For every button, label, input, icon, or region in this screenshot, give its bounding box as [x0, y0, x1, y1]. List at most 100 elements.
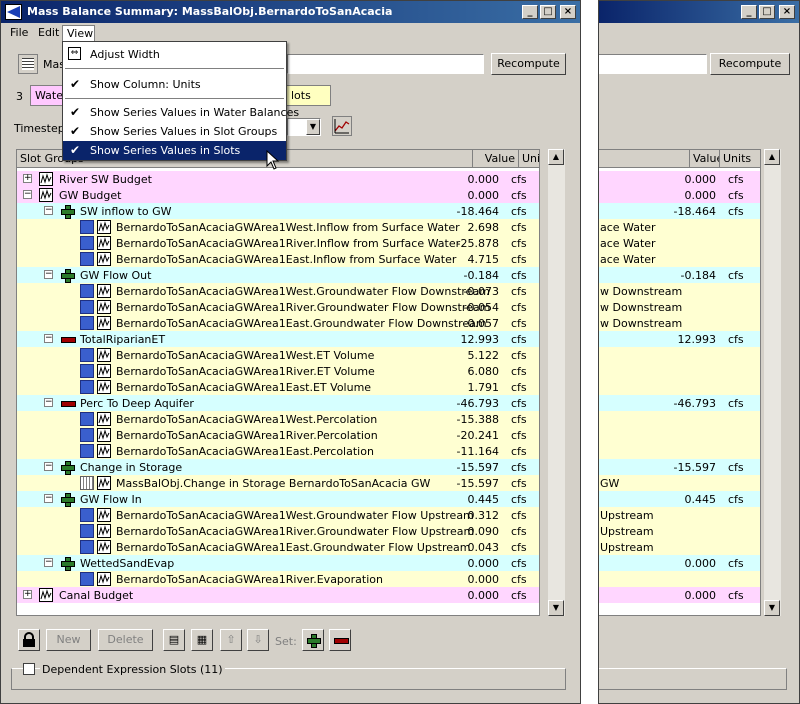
plot-icon[interactable] [332, 116, 352, 136]
back-table-row[interactable]: ace Water [599, 235, 760, 251]
back-table-row[interactable] [599, 379, 760, 395]
back-table-row[interactable]: -18.464 cfs [599, 203, 760, 219]
back-table-row[interactable] [599, 411, 760, 427]
back-scroll-up-arrow[interactable]: ▲ [764, 149, 780, 165]
slot-row[interactable]: BernardoToSanAcaciaGWArea1River.Percolat… [17, 427, 539, 443]
slot-group-row[interactable]: − SW inflow to GW -18.464 cfs [17, 203, 539, 219]
back-close-button[interactable]: × [779, 5, 795, 19]
slot-group-row[interactable]: − TotalRiparianET 12.993 cfs [17, 331, 539, 347]
expand-icon[interactable]: + [23, 590, 32, 599]
back-table-row[interactable] [599, 427, 760, 443]
timestep-select[interactable]: ▼ [287, 118, 321, 136]
back-table-row[interactable] [599, 443, 760, 459]
chevron-down-icon[interactable]: ▼ [306, 119, 320, 135]
water-balance-row[interactable]: − GW Budget 0.000 cfs [17, 187, 539, 203]
collapse-icon[interactable]: − [44, 558, 53, 567]
slot-row[interactable]: BernardoToSanAcaciaGWArea1West.ET Volume… [17, 347, 539, 363]
back-table-row[interactable]: 12.993 cfs [599, 331, 760, 347]
back-table-row[interactable] [599, 347, 760, 363]
back-table-row[interactable]: Upstream [599, 523, 760, 539]
water-balance-row[interactable]: + River SW Budget 0.000 cfs [17, 171, 539, 187]
menu-view[interactable]: View [62, 25, 95, 41]
slot-group-row[interactable]: − Perc To Deep Aquifer -46.793 cfs [17, 395, 539, 411]
back-table-row[interactable]: w Downstream [599, 299, 760, 315]
tab-slots[interactable]: lots [287, 85, 331, 106]
new-button[interactable]: New [46, 629, 91, 651]
set-minus-icon[interactable] [329, 629, 351, 651]
expand-icon[interactable]: + [23, 174, 32, 183]
slot-row[interactable]: BernardoToSanAcaciaGWArea1West.Groundwat… [17, 507, 539, 523]
water-balance-row[interactable]: + Canal Budget 0.000 cfs [17, 587, 539, 603]
slot-row[interactable]: BernardoToSanAcaciaGWArea1River.Groundwa… [17, 523, 539, 539]
back-recompute-button[interactable]: Recompute [710, 53, 790, 75]
back-table-row[interactable] [599, 363, 760, 379]
collapse-icon[interactable]: − [44, 206, 53, 215]
move-up-icon[interactable]: ⇧ [220, 629, 242, 651]
lock-icon[interactable] [18, 629, 40, 651]
slot-row[interactable]: BernardoToSanAcaciaGWArea1East.Percolati… [17, 443, 539, 459]
back-table-row[interactable]: 0.000 cfs [599, 171, 760, 187]
slot-row[interactable]: BernardoToSanAcaciaGWArea1River.Inflow f… [17, 235, 539, 251]
maximize-button[interactable]: □ [540, 5, 556, 19]
back-table-row[interactable]: Upstream [599, 539, 760, 555]
menu-item-series-slot-groups[interactable]: ✔ Show Series Values in Slot Groups [63, 122, 286, 141]
delete-button[interactable]: Delete [98, 629, 153, 651]
slot-row[interactable]: BernardoToSanAcaciaGWArea1East.Groundwat… [17, 539, 539, 555]
slot-row[interactable]: BernardoToSanAcaciaGWArea1East.Groundwat… [17, 315, 539, 331]
recompute-button[interactable]: Recompute [491, 53, 566, 75]
back-table-row[interactable]: 0.000 cfs [599, 587, 760, 603]
slot-row[interactable]: BernardoToSanAcaciaGWArea1East.ET Volume… [17, 379, 539, 395]
menu-item-adjust-width[interactable]: ⇔ Adjust Width [63, 45, 286, 64]
menu-item-series-water-balances[interactable]: ✔ Show Series Values in Water Balances [63, 103, 299, 122]
back-table-row[interactable]: ace Water [599, 251, 760, 267]
collapse-icon[interactable]: − [44, 270, 53, 279]
move-down-icon[interactable]: ⇩ [247, 629, 269, 651]
menu-edit[interactable]: Edit [34, 25, 63, 41]
back-col-units[interactable]: Units [720, 150, 760, 168]
collapse-icon[interactable]: − [44, 494, 53, 503]
back-table-row[interactable]: 0.000 cfs [599, 187, 760, 203]
slot-row[interactable]: BernardoToSanAcaciaGWArea1River.Evaporat… [17, 571, 539, 587]
back-table-row[interactable]: -15.597 cfs [599, 459, 760, 475]
back-table-row[interactable]: w Downstream [599, 283, 760, 299]
back-table-row[interactable]: -46.793 cfs [599, 395, 760, 411]
back-table-row[interactable]: 0.000 cfs [599, 555, 760, 571]
collapse-icon[interactable]: − [23, 190, 32, 199]
table-scrollbar[interactable]: ▲ ▼ [547, 149, 565, 616]
slot-row[interactable]: BernardoToSanAcaciaGWArea1East.Inflow fr… [17, 251, 539, 267]
dependent-checkbox[interactable] [23, 663, 35, 675]
menu-item-show-units[interactable]: ✔ Show Column: Units [63, 75, 286, 94]
slot-row[interactable]: BernardoToSanAcaciaGWArea1West.Percolati… [17, 411, 539, 427]
back-minimize-button[interactable]: _ [741, 5, 757, 19]
menu-file[interactable]: File [6, 25, 32, 41]
tab-water-balances[interactable]: Water [30, 85, 68, 106]
back-scrollbar[interactable]: ▲ ▼ [763, 149, 781, 616]
slot-row[interactable]: BernardoToSanAcaciaGWArea1West.Groundwat… [17, 283, 539, 299]
back-name-field[interactable] [599, 54, 707, 74]
collapse-icon[interactable]: − [44, 462, 53, 471]
slot-row[interactable]: BernardoToSanAcaciaGWArea1River.Groundwa… [17, 299, 539, 315]
slot-row[interactable]: MassBalObj.Change in Storage BernardoToS… [17, 475, 539, 491]
scroll-down-arrow[interactable]: ▼ [548, 600, 564, 616]
back-table-row[interactable]: -0.184 cfs [599, 267, 760, 283]
collapse-icon[interactable]: − [44, 398, 53, 407]
back-table-row[interactable] [599, 571, 760, 587]
scroll-up-arrow[interactable]: ▲ [548, 149, 564, 165]
back-table-row[interactable]: 0.445 cfs [599, 491, 760, 507]
slot-row[interactable]: BernardoToSanAcaciaGWArea1River.ET Volum… [17, 363, 539, 379]
grid-icon[interactable] [18, 54, 38, 74]
slot-group-row[interactable]: − GW Flow Out -0.184 cfs [17, 267, 539, 283]
col-value[interactable]: Value [473, 150, 519, 168]
back-maximize-button[interactable]: □ [759, 5, 775, 19]
name-field[interactable] [287, 54, 484, 74]
minimize-button[interactable]: _ [522, 5, 538, 19]
copy-icon[interactable]: ▤ [163, 629, 185, 651]
back-col-value[interactable]: Value [690, 150, 720, 168]
slot-group-row[interactable]: − GW Flow In 0.445 cfs [17, 491, 539, 507]
back-table-row[interactable]: w Downstream [599, 315, 760, 331]
back-table-row[interactable]: GW [599, 475, 760, 491]
back-table-row[interactable]: Upstream [599, 507, 760, 523]
back-scroll-down-arrow[interactable]: ▼ [764, 600, 780, 616]
slot-group-row[interactable]: − Change in Storage -15.597 cfs [17, 459, 539, 475]
menu-item-series-slots[interactable]: ✔ Show Series Values in Slots [63, 141, 286, 160]
